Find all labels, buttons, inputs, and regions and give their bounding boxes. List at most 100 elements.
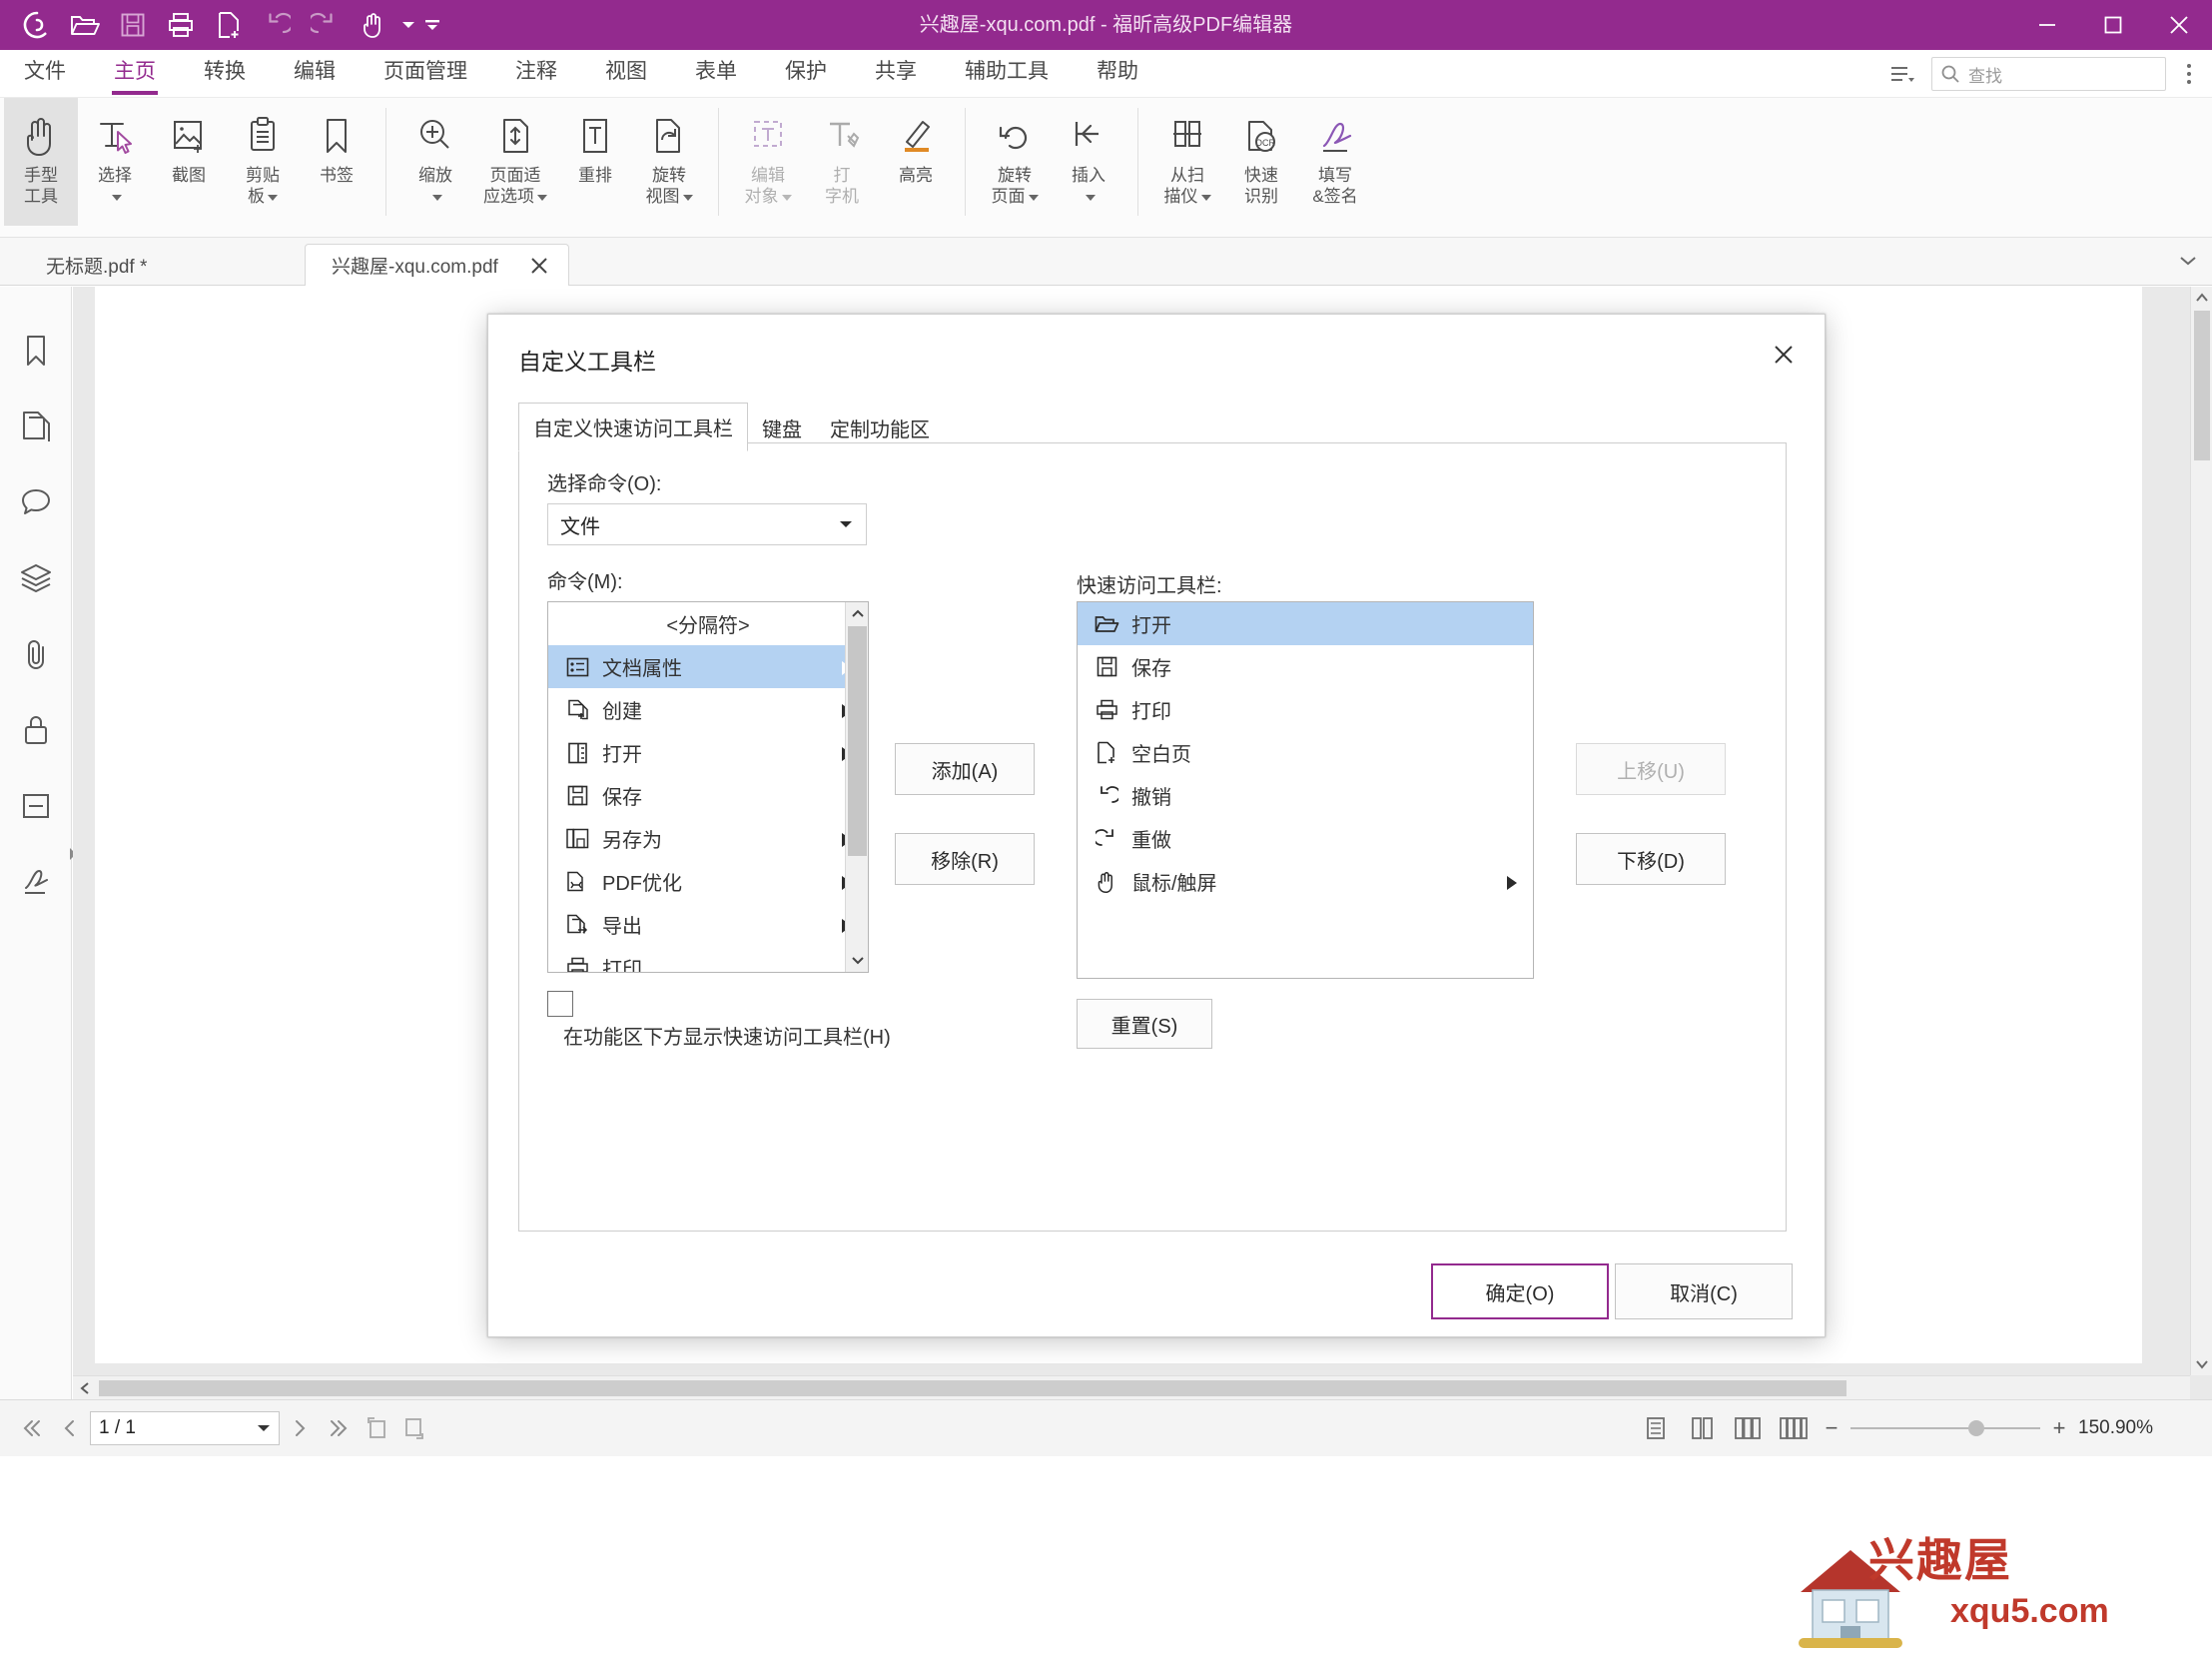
ribbon-button-fill-sign[interactable]: 填写 &签名 <box>1298 98 1372 226</box>
list-item[interactable]: 鼠标/触屏 <box>1078 860 1533 903</box>
menu-item-edit[interactable]: 编辑 <box>270 51 360 97</box>
menu-item-view[interactable]: 视图 <box>581 51 671 97</box>
redo-icon[interactable] <box>302 4 348 46</box>
ribbon-button-select[interactable]: 选择 <box>78 98 152 226</box>
scroll-up-icon[interactable] <box>2191 287 2212 309</box>
ribbon-caret[interactable] <box>109 186 122 207</box>
ribbon-button-insert[interactable]: 插入 <box>1052 98 1125 226</box>
list-item[interactable]: 打印 <box>1078 688 1533 731</box>
list-item[interactable]: <分隔符> <box>548 602 868 645</box>
close-button[interactable] <box>2146 0 2212 50</box>
horizontal-scrollbar[interactable] <box>73 1375 2190 1399</box>
add-button[interactable]: 添加(A) <box>895 743 1035 795</box>
scrollbar-thumb[interactable] <box>99 1380 1846 1396</box>
next-page-button[interactable] <box>284 1411 318 1445</box>
menu-item-comment[interactable]: 注释 <box>491 51 581 97</box>
reset-button[interactable]: 重置(S) <box>1077 999 1212 1049</box>
move-down-button[interactable]: 下移(D) <box>1576 833 1726 885</box>
bookmark-panel-icon[interactable] <box>0 313 72 389</box>
page-number-input[interactable]: 1 / 1 <box>90 1411 280 1445</box>
document-tab-untitled[interactable]: 无标题.pdf * <box>20 244 173 286</box>
comments-panel-icon[interactable] <box>0 464 72 540</box>
scroll-down-icon[interactable] <box>2191 1353 2212 1375</box>
menu-item-form[interactable]: 表单 <box>671 51 761 97</box>
menu-item-home[interactable]: 主页 <box>90 51 180 97</box>
ribbon-button-typewriter[interactable]: 打 字机 <box>805 98 879 226</box>
layers-panel-icon[interactable] <box>0 540 72 616</box>
ribbon-button-snapshot[interactable]: 截图 <box>152 98 226 226</box>
show-below-ribbon-checkbox[interactable] <box>547 991 573 1017</box>
vertical-scrollbar[interactable] <box>2190 287 2212 1375</box>
commands-scrollbar[interactable] <box>845 602 868 972</box>
scroll-down-icon[interactable] <box>846 949 868 972</box>
scrollbar-thumb[interactable] <box>2194 311 2210 460</box>
security-panel-icon[interactable] <box>0 692 72 768</box>
list-item[interactable]: 保存 <box>1078 645 1533 688</box>
ribbon-button-fit-page[interactable]: 页面适 应选项 <box>472 98 558 226</box>
app-logo-icon[interactable] <box>14 4 60 46</box>
scroll-left-icon[interactable] <box>73 1376 97 1400</box>
maximize-button[interactable] <box>2080 0 2146 50</box>
move-up-button[interactable]: 上移(U) <box>1576 743 1726 795</box>
previous-page-button[interactable] <box>52 1411 86 1445</box>
tab-customize-qat[interactable]: 自定义快速访问工具栏 <box>518 403 748 451</box>
chevron-down-icon[interactable] <box>2178 254 2198 273</box>
document-tab-active[interactable]: 兴趣屋-xqu.com.pdf <box>305 244 569 286</box>
scrollbar-thumb[interactable] <box>848 626 867 856</box>
zoom-slider-knob[interactable] <box>1968 1420 1984 1436</box>
menu-item-share[interactable]: 共享 <box>851 51 941 97</box>
list-item[interactable]: 打印 <box>548 946 868 972</box>
dialog-close-icon[interactable] <box>1761 335 1807 375</box>
ribbon-button-highlight[interactable]: 高亮 <box>879 98 953 226</box>
command-category-select[interactable]: 文件 <box>547 503 867 545</box>
ribbon-button-from-scanner[interactable]: 从扫 描仪 <box>1150 98 1224 226</box>
list-item[interactable]: PDF优化 <box>548 860 868 903</box>
attachments-panel-icon[interactable] <box>0 616 72 692</box>
menu-item-protect[interactable]: 保护 <box>761 51 851 97</box>
list-item[interactable]: 文档属性 <box>548 645 868 688</box>
two-page-view-button[interactable] <box>1729 1411 1767 1445</box>
list-item[interactable]: 打开 <box>548 731 868 774</box>
scroll-up-icon[interactable] <box>846 602 868 625</box>
two-page-continuous-view-button[interactable] <box>1775 1411 1813 1445</box>
commands-listbox[interactable]: <分隔符> 文档属性 创建 打开 保存 另存为 PDF优化 导出 打印 <box>547 601 869 973</box>
list-item[interactable]: 空白页 <box>1078 731 1533 774</box>
undo-icon[interactable] <box>254 4 300 46</box>
menu-item-page-manage[interactable]: 页面管理 <box>360 51 491 97</box>
ribbon-caret[interactable] <box>1083 186 1096 207</box>
quick-access-dropdown-caret[interactable] <box>397 4 419 46</box>
zoom-in-button[interactable]: + <box>2048 1415 2070 1441</box>
ribbon-button-bookmark[interactable]: 书签 <box>300 98 373 226</box>
list-item[interactable]: 重做 <box>1078 817 1533 860</box>
cancel-button[interactable]: 取消(C) <box>1615 1263 1793 1319</box>
previous-view-button[interactable] <box>360 1411 393 1445</box>
print-icon[interactable] <box>158 4 204 46</box>
zoom-slider[interactable] <box>1850 1411 2040 1445</box>
single-page-view-button[interactable] <box>1637 1411 1675 1445</box>
list-item[interactable]: 保存 <box>548 774 868 817</box>
list-item[interactable]: 导出 <box>548 903 868 946</box>
minimize-button[interactable] <box>2014 0 2080 50</box>
ribbon-button-clipboard[interactable]: 剪贴 板 <box>226 98 300 226</box>
menu-item-convert[interactable]: 转换 <box>180 51 270 97</box>
remove-button[interactable]: 移除(R) <box>895 833 1035 885</box>
last-page-button[interactable] <box>322 1411 356 1445</box>
ribbon-button-rotate-page[interactable]: 旋转 页面 <box>978 98 1052 226</box>
hand-touch-icon[interactable] <box>350 4 395 46</box>
qat-listbox[interactable]: 打开 保存 打印 空白页 撤销 重做 鼠标/触屏 <box>1077 601 1534 979</box>
ribbon-button-hand-tool[interactable]: 手型 工具 <box>4 98 78 226</box>
ribbon-button-reflow[interactable]: 重排 <box>558 98 632 226</box>
list-item[interactable]: 创建 <box>548 688 868 731</box>
next-view-button[interactable] <box>397 1411 431 1445</box>
list-item[interactable]: 另存为 <box>548 817 868 860</box>
more-options-icon[interactable] <box>2176 57 2202 91</box>
ribbon-button-ocr[interactable]: OCR 快速 识别 <box>1224 98 1298 226</box>
ribbon-button-edit-object[interactable]: 编辑 对象 <box>731 98 805 226</box>
signature-panel-icon[interactable] <box>0 844 72 920</box>
new-page-icon[interactable] <box>206 4 252 46</box>
menu-item-accessibility[interactable]: 辅助工具 <box>941 51 1073 97</box>
ok-button[interactable]: 确定(O) <box>1431 1263 1609 1319</box>
ribbon-button-rotate-view[interactable]: 旋转 视图 <box>632 98 706 226</box>
list-item[interactable]: 撤销 <box>1078 774 1533 817</box>
menu-item-help[interactable]: 帮助 <box>1073 51 1162 97</box>
